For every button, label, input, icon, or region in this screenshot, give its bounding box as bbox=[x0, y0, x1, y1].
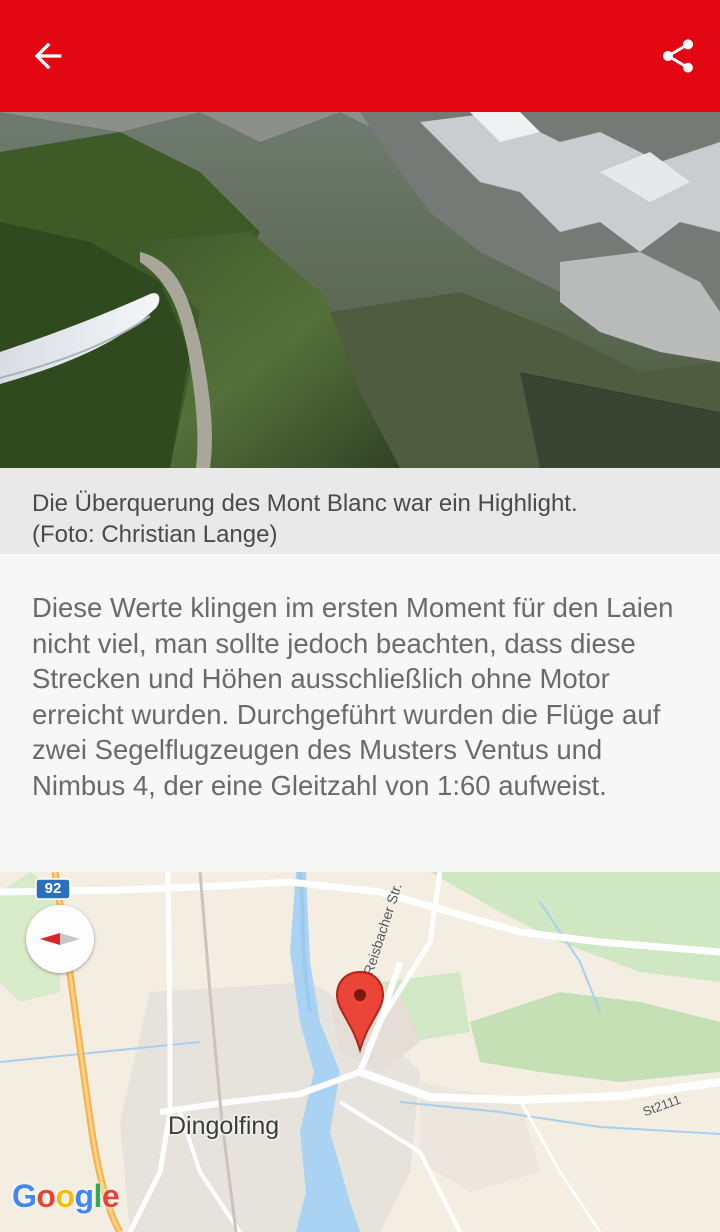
caption-credit: (Foto: Christian Lange) bbox=[32, 521, 278, 548]
app-bar bbox=[0, 0, 720, 112]
compass-icon bbox=[40, 933, 80, 945]
caption-text: Die Überquerung des Mont Blanc war ein H… bbox=[32, 490, 578, 517]
share-button[interactable] bbox=[650, 28, 706, 84]
article-photo[interactable] bbox=[0, 112, 720, 468]
mountain-photo-image bbox=[0, 112, 720, 468]
article-paragraph: Diese Werte klingen im ersten Moment für… bbox=[32, 592, 674, 801]
compass-button[interactable] bbox=[26, 905, 94, 973]
arrow-back-icon bbox=[34, 42, 62, 70]
share-icon bbox=[663, 39, 693, 73]
photo-caption: Die Überquerung des Mont Blanc war ein H… bbox=[0, 468, 720, 554]
back-button[interactable] bbox=[20, 28, 76, 84]
highway-shield: 92 bbox=[44, 880, 62, 897]
google-logo: Google bbox=[12, 1178, 120, 1214]
article-body: Diese Werte klingen im ersten Moment für… bbox=[0, 554, 720, 872]
map-view[interactable]: 92 Reisbacher Str. St2111 Dingolfing Goo… bbox=[0, 872, 720, 1232]
map-pin-icon[interactable] bbox=[334, 970, 386, 1054]
city-label: Dingolfing bbox=[168, 1112, 280, 1140]
